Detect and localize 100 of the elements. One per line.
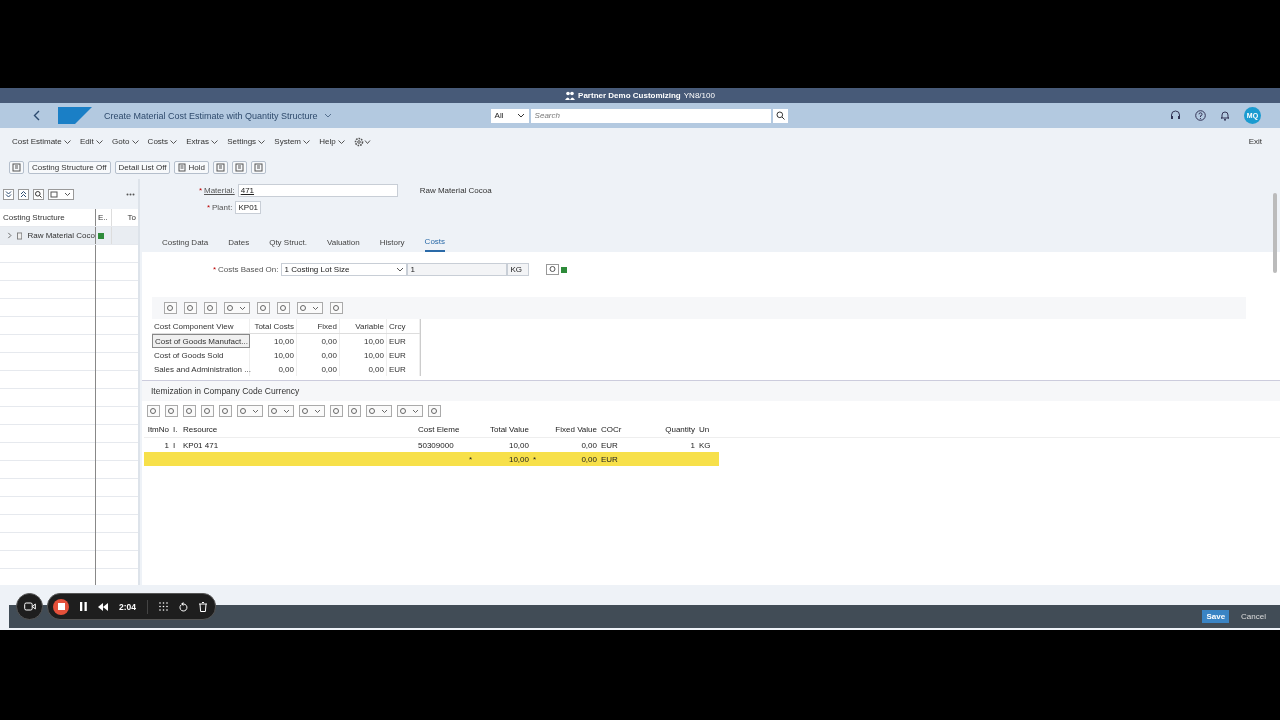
table-tool-icon[interactable] bbox=[428, 405, 441, 417]
toolbar-icon-button[interactable] bbox=[231, 160, 247, 174]
exit-link[interactable]: Exit bbox=[1248, 137, 1262, 146]
toolbar-button[interactable]: Hold bbox=[174, 160, 209, 174]
settings-icon[interactable] bbox=[353, 136, 372, 147]
tab[interactable]: History bbox=[379, 232, 405, 252]
table-tool-icon[interactable] bbox=[268, 405, 294, 417]
bell-icon[interactable] bbox=[1220, 110, 1230, 121]
table-tool-icon[interactable] bbox=[237, 405, 263, 417]
table-tool-icon[interactable] bbox=[224, 302, 250, 314]
menu-item[interactable]: System bbox=[274, 137, 311, 146]
menu-item[interactable]: Edit bbox=[80, 137, 104, 146]
tab[interactable]: Dates bbox=[228, 232, 250, 252]
toolbar-button[interactable]: Costing Structure Off bbox=[28, 160, 111, 174]
table-tool-icon[interactable] bbox=[147, 405, 160, 417]
costs-based-on-dropdown[interactable]: 1 Costing Lot Size bbox=[281, 263, 408, 276]
pause-icon[interactable] bbox=[80, 602, 87, 611]
back-icon[interactable] bbox=[33, 110, 40, 121]
column-header[interactable]: Variable bbox=[340, 319, 387, 333]
menu-item[interactable]: Settings bbox=[227, 137, 266, 146]
document-icon bbox=[17, 231, 23, 240]
expand-icon[interactable] bbox=[7, 232, 13, 239]
column-header[interactable]: Crcy bbox=[387, 319, 420, 333]
more-icon[interactable] bbox=[126, 192, 135, 196]
tab[interactable]: Qty Struct. bbox=[269, 232, 307, 252]
menu-item[interactable]: Help bbox=[319, 137, 345, 146]
table-cell: EUR bbox=[601, 440, 618, 450]
rewind-icon[interactable] bbox=[98, 602, 108, 611]
table-tool-icon[interactable] bbox=[277, 302, 290, 314]
app-title[interactable]: Create Material Cost Estimate with Quantity Structure bbox=[104, 110, 318, 121]
restart-icon[interactable] bbox=[179, 601, 188, 612]
print-dropdown-icon[interactable] bbox=[48, 188, 74, 200]
table-tool-icon[interactable] bbox=[204, 302, 217, 314]
help-icon[interactable] bbox=[1195, 110, 1206, 121]
menu-item[interactable]: Goto bbox=[112, 137, 139, 146]
column-header[interactable]: Un bbox=[697, 421, 717, 437]
tab[interactable]: Valuation bbox=[326, 232, 360, 252]
scrollbar-thumb[interactable] bbox=[1273, 193, 1277, 273]
table-cell: KP01 471 bbox=[183, 440, 219, 450]
menu-item[interactable]: Costs bbox=[147, 137, 178, 146]
required-mark: * bbox=[213, 265, 218, 274]
table-tool-icon[interactable] bbox=[330, 405, 343, 417]
cancel-button[interactable]: Cancel bbox=[1235, 611, 1272, 622]
table-tool-icon[interactable] bbox=[330, 302, 343, 314]
column-header[interactable]: Fixed bbox=[297, 319, 340, 333]
table-tool-icon[interactable] bbox=[366, 405, 392, 417]
column-header[interactable]: COCr bbox=[599, 421, 639, 437]
table-cell: Cost of Goods Manufact... bbox=[152, 334, 250, 348]
table-cell: EUR bbox=[387, 334, 420, 348]
table-tool-icon[interactable] bbox=[165, 405, 178, 417]
section-title: Itemization in Company Code Currency bbox=[142, 381, 1280, 401]
table-tool-icon[interactable] bbox=[297, 302, 323, 314]
column-header[interactable]: Cost Eleme bbox=[416, 421, 467, 437]
column-header[interactable]: Costing Structure bbox=[0, 209, 96, 226]
table-tool-icon[interactable] bbox=[299, 405, 325, 417]
save-button[interactable]: Save bbox=[1202, 610, 1230, 623]
toolbar-icon-button[interactable] bbox=[212, 160, 228, 174]
table-tool-icon[interactable] bbox=[219, 405, 232, 417]
column-header[interactable]: Fixed Value bbox=[544, 421, 599, 437]
toolbar-icon-button[interactable] bbox=[9, 160, 24, 174]
column-header[interactable]: Total Costs bbox=[250, 319, 297, 333]
stop-button[interactable] bbox=[53, 598, 69, 615]
table-tool-icon[interactable] bbox=[348, 405, 361, 417]
search-button[interactable] bbox=[772, 108, 788, 123]
info-icon[interactable] bbox=[546, 264, 560, 275]
menu-item[interactable]: Cost Estimate bbox=[12, 137, 71, 146]
recording-time: 2:04 bbox=[119, 601, 136, 612]
required-mark: * bbox=[207, 202, 212, 212]
table-tool-icon[interactable] bbox=[184, 302, 197, 314]
table-tool-icon[interactable] bbox=[397, 405, 423, 417]
column-header[interactable]: E.. bbox=[96, 209, 112, 226]
column-header[interactable]: To bbox=[112, 209, 136, 226]
table-tool-icon[interactable] bbox=[257, 302, 270, 314]
column-header[interactable]: Resource bbox=[181, 421, 416, 437]
column-header[interactable]: Quantity bbox=[639, 421, 697, 437]
unit-field[interactable]: KG bbox=[507, 263, 530, 276]
column-header[interactable]: I. bbox=[171, 421, 181, 437]
menu-item[interactable]: Extras bbox=[186, 137, 219, 146]
tab[interactable]: Costing Data bbox=[162, 232, 209, 252]
table-cell: 10,00 bbox=[508, 440, 529, 450]
table-tool-icon[interactable] bbox=[164, 302, 177, 314]
search-field[interactable]: Search bbox=[530, 108, 771, 123]
grid-icon[interactable] bbox=[159, 602, 168, 611]
table-tool-icon[interactable] bbox=[183, 405, 196, 417]
material-field[interactable]: 471 bbox=[237, 183, 398, 197]
quantity-field[interactable]: 1 bbox=[407, 263, 508, 276]
scope-dropdown[interactable]: All bbox=[490, 108, 529, 123]
trash-icon[interactable] bbox=[199, 601, 207, 612]
headset-icon[interactable] bbox=[1170, 110, 1181, 121]
column-header[interactable]: Cost Component View bbox=[152, 319, 250, 333]
toolbar-button[interactable]: Detail List Off bbox=[114, 160, 171, 174]
toolbar-icon-button[interactable] bbox=[250, 160, 266, 174]
plant-field[interactable]: KP01 bbox=[235, 200, 262, 214]
column-header[interactable]: ItmNo bbox=[144, 421, 171, 437]
search-icon[interactable] bbox=[33, 188, 44, 200]
camera-icon bbox=[23, 602, 36, 611]
column-header[interactable]: Total Value bbox=[477, 421, 531, 437]
table-tool-icon[interactable] bbox=[201, 405, 214, 417]
logo bbox=[58, 107, 92, 124]
collapse-all-icon[interactable] bbox=[18, 188, 29, 200]
